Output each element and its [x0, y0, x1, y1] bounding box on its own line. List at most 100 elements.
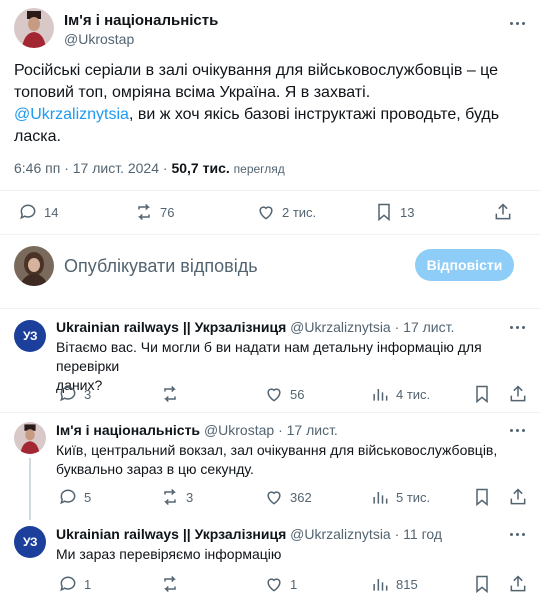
- divider: [0, 234, 541, 235]
- bookmark-button[interactable]: [472, 487, 492, 507]
- share-button[interactable]: [508, 574, 528, 594]
- repost-icon: [164, 385, 176, 403]
- like-icon: [267, 388, 281, 402]
- views-count: 4 тис.: [396, 386, 431, 402]
- like-count: 2 тис.: [282, 204, 317, 220]
- reply-icon: [20, 204, 36, 220]
- post-meta: 6:46 пп · 17 лист. 2024 · 50,7 тис. пере…: [14, 160, 285, 176]
- ukrzaliznytsia-logo[interactable]: УЗ: [14, 320, 46, 352]
- reply-header: Ім'я і національність @Ukrostap · 17 лис…: [56, 422, 338, 438]
- repost-icon: [138, 203, 150, 221]
- separator: ·: [64, 160, 69, 176]
- views-button[interactable]: 4 тис.: [370, 384, 430, 404]
- repost-button[interactable]: [160, 384, 180, 404]
- post-date[interactable]: 17 лист. 2024: [73, 160, 159, 176]
- post-text-line: Російські серіали в залі очікування для …: [14, 62, 499, 79]
- views-icon: [373, 492, 388, 504]
- repost-count: 76: [160, 204, 175, 220]
- more-icon[interactable]: [510, 429, 525, 432]
- mention-link[interactable]: @Ukrzaliznytsia: [14, 106, 129, 123]
- more-icon[interactable]: [510, 22, 525, 25]
- share-button[interactable]: [493, 202, 513, 222]
- reply-header: Ukrainian railways || Укрзалізниця @Ukrz…: [56, 526, 442, 542]
- author-name[interactable]: Ім'я і національність: [64, 12, 218, 29]
- views-label: перегляд: [233, 162, 285, 176]
- like-count: 1: [290, 576, 298, 592]
- reply-author-handle[interactable]: @Ukrzaliznytsia: [290, 319, 391, 335]
- bookmark-button[interactable]: 13: [374, 202, 414, 222]
- like-button[interactable]: 2 тис.: [256, 202, 316, 222]
- reply-icon: [60, 576, 76, 592]
- bookmark-button[interactable]: [472, 574, 492, 594]
- post-text: Російські серіали в залі очікування для …: [14, 60, 534, 148]
- repost-count: 3: [186, 489, 194, 505]
- repost-button[interactable]: 3: [160, 487, 193, 507]
- bookmark-icon: [378, 203, 390, 222]
- bookmark-icon: [476, 575, 488, 594]
- reply-text-line: Вітаємо вас. Чи могли б ви надати нам де…: [56, 339, 482, 374]
- like-button[interactable]: 1: [264, 574, 297, 594]
- views-button[interactable]: 5 тис.: [370, 487, 430, 507]
- repost-icon: [164, 575, 176, 593]
- divider: [0, 412, 541, 413]
- post-text-fragment: , ви ж хоч якісь базові інструктажі пров…: [128, 106, 500, 123]
- views-button[interactable]: 815: [370, 574, 418, 594]
- views-count: 50,7 тис.: [171, 160, 230, 176]
- reply-time[interactable]: · 17 лист.: [395, 319, 455, 335]
- share-icon: [495, 203, 511, 220]
- ukrzaliznytsia-logo[interactable]: УЗ: [14, 526, 46, 558]
- thread-line: [29, 458, 31, 520]
- share-icon: [510, 575, 526, 592]
- repost-icon: [164, 488, 176, 506]
- share-button[interactable]: [508, 384, 528, 404]
- reply-count: 3: [84, 386, 92, 402]
- reply-author-name[interactable]: Ім'я і національність: [56, 422, 200, 438]
- submit-reply-button[interactable]: Відповісти: [415, 249, 514, 281]
- reply-count: 5: [84, 489, 92, 505]
- repost-button[interactable]: [160, 574, 180, 594]
- post-text-line: @Ukrzaliznytsia, ви ж хоч якісь базові і…: [14, 104, 534, 126]
- bookmark-icon: [476, 488, 488, 507]
- reply-button[interactable]: 3: [58, 384, 91, 404]
- more-icon[interactable]: [510, 533, 525, 536]
- reply-button[interactable]: 1: [58, 574, 91, 594]
- reply-button[interactable]: 14: [18, 202, 58, 222]
- reply-header: Ukrainian railways || Укрзалізниця @Ukrz…: [56, 319, 454, 335]
- post-text-line: ласка.: [14, 128, 61, 145]
- separator: ·: [162, 160, 168, 176]
- user-avatar[interactable]: [14, 246, 54, 286]
- reply-author-handle[interactable]: @Ukrzaliznytsia: [290, 526, 391, 542]
- like-count: 362: [290, 489, 312, 505]
- divider: [0, 308, 541, 309]
- reply-text: Ми зараз перевіряємо інформацію: [56, 545, 536, 564]
- reply-text-line: буквально зараз в цю секунду.: [56, 461, 254, 477]
- share-icon: [510, 488, 526, 505]
- views-count: 815: [396, 576, 418, 592]
- like-button[interactable]: 362: [264, 487, 312, 507]
- author-handle[interactable]: @Ukrostap: [64, 31, 134, 47]
- more-icon[interactable]: [510, 326, 525, 329]
- reply-count: 14: [44, 204, 59, 220]
- reply-time[interactable]: · 11 год: [395, 526, 442, 542]
- like-icon: [267, 491, 281, 505]
- post-text-line: топовий топ, омріяна всіма Україна. Я в …: [14, 84, 371, 101]
- reply-author-name[interactable]: Ukrainian railways || Укрзалізниця: [56, 526, 286, 542]
- reply-button[interactable]: 5: [58, 487, 91, 507]
- reply-icon: [60, 386, 76, 402]
- reply-author-name[interactable]: Ukrainian railways || Укрзалізниця: [56, 319, 286, 335]
- views-count: 5 тис.: [396, 489, 431, 505]
- share-button[interactable]: [508, 487, 528, 507]
- post-time[interactable]: 6:46 пп: [14, 160, 60, 176]
- reply-author-avatar[interactable]: [14, 422, 46, 454]
- reply-time[interactable]: · 17 лист.: [278, 422, 338, 438]
- bookmark-icon: [476, 385, 488, 404]
- reply-icon: [60, 489, 76, 505]
- bookmark-button[interactable]: [472, 384, 492, 404]
- reply-text-line: Ми зараз перевіряємо інформацію: [56, 546, 282, 562]
- like-button[interactable]: 56: [264, 384, 304, 404]
- views-icon: [373, 389, 388, 401]
- author-avatar[interactable]: [14, 8, 54, 48]
- reply-author-handle[interactable]: @Ukrostap: [204, 422, 274, 438]
- reply-input[interactable]: Опублікувати відповідь: [64, 256, 258, 277]
- repost-button[interactable]: 76: [134, 202, 174, 222]
